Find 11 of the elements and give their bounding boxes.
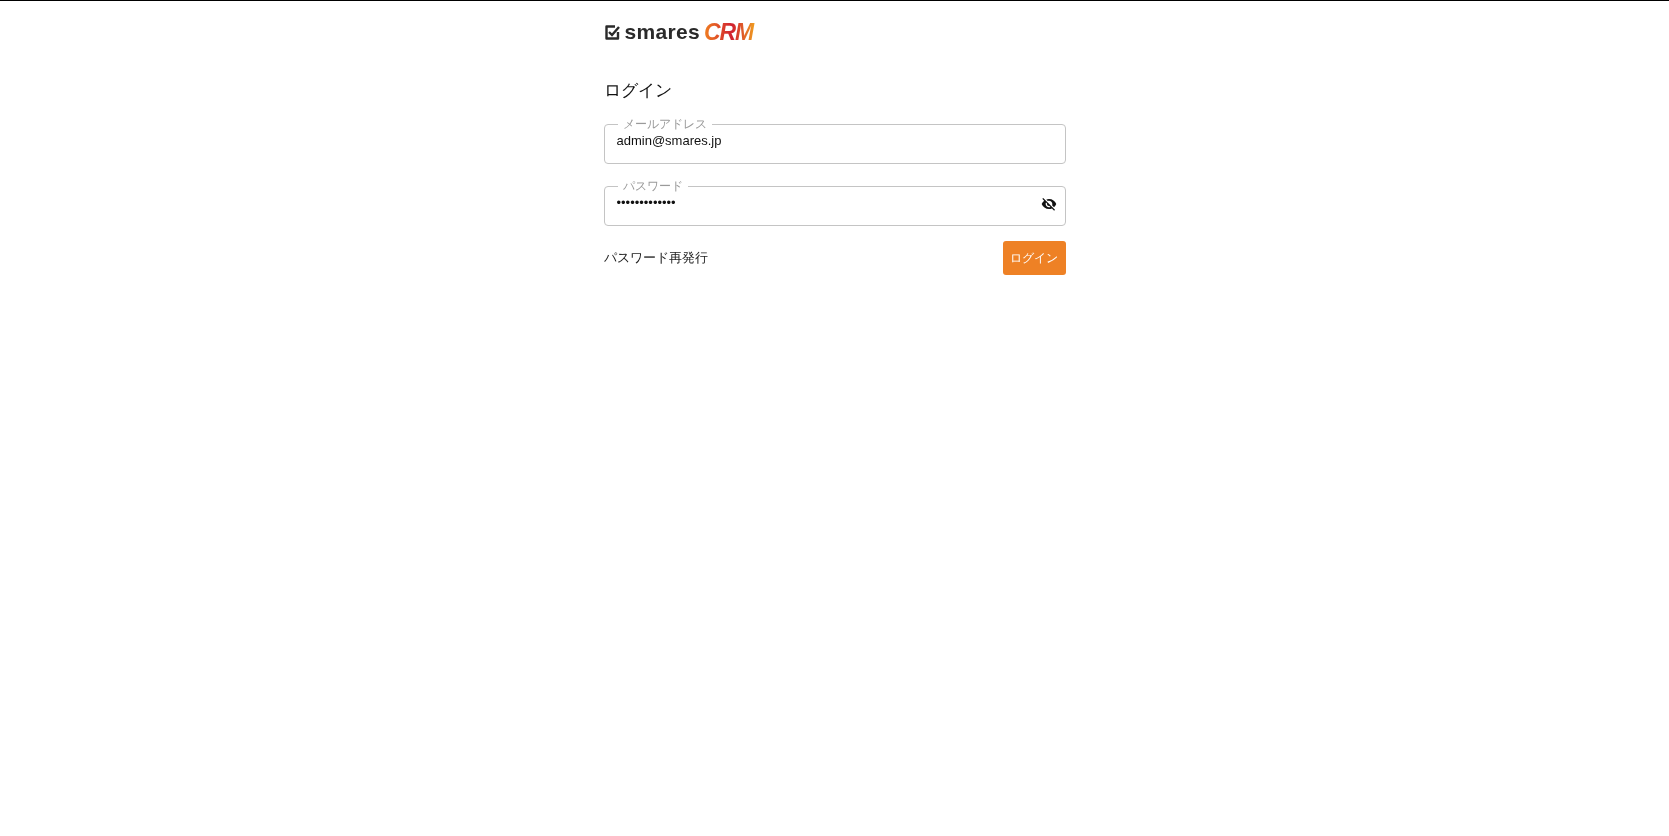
checkbox-icon [603,23,621,41]
field-label: パスワード [621,180,684,192]
eye-slash-icon[interactable] [1040,195,1057,212]
field-label: メールアドレス [621,118,708,130]
field-value: admin@smares.jp [616,133,723,148]
page-title: ログイン [603,80,673,102]
email-field[interactable]: メールアドレス admin@smares.jp [603,118,1066,164]
field-value: ••••••••••••• [616,195,677,210]
logo-wordmark: smares [624,20,700,44]
password-field[interactable]: パスワード ••••••••••••• [603,180,1066,226]
reset-password-link[interactable]: パスワード再発行 [603,249,708,267]
